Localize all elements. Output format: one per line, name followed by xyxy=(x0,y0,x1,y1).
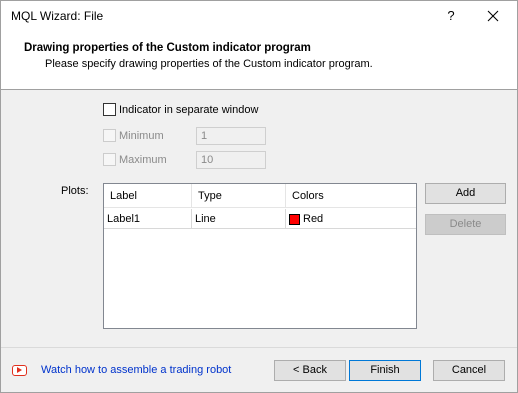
maximum-checkbox[interactable] xyxy=(103,153,116,166)
minimum-option: Minimum xyxy=(103,129,164,142)
column-header-type[interactable]: Type xyxy=(192,184,286,208)
cancel-button[interactable]: Cancel xyxy=(433,360,505,381)
plots-label: Plots: xyxy=(61,185,89,197)
plot-color-name: Red xyxy=(303,213,324,225)
plots-list[interactable]: Label Type Colors Label1 Line Red xyxy=(103,183,417,329)
plot-type-cell[interactable]: Line xyxy=(192,209,286,229)
column-header-label[interactable]: Label xyxy=(104,184,192,208)
plot-color-cell[interactable]: Red xyxy=(286,209,416,229)
plots-list-header: Label Type Colors xyxy=(104,184,416,208)
table-row[interactable]: Label1 Line Red xyxy=(104,209,416,229)
separate-window-checkbox[interactable] xyxy=(103,103,116,116)
close-icon xyxy=(487,10,499,22)
separate-window-label: Indicator in separate window xyxy=(119,103,259,116)
page-subtitle: Please specify drawing properties of the… xyxy=(45,58,373,70)
column-header-colors[interactable]: Colors xyxy=(286,184,416,208)
minimum-checkbox[interactable] xyxy=(103,129,116,142)
close-button[interactable] xyxy=(479,3,507,29)
separate-window-option[interactable]: Indicator in separate window xyxy=(103,103,258,116)
color-swatch xyxy=(289,213,300,225)
minimum-input[interactable]: 1 xyxy=(196,127,266,145)
wizard-header: Drawing properties of the Custom indicat… xyxy=(1,32,517,90)
youtube-play-icon xyxy=(12,364,27,376)
tutorial-link[interactable]: Watch how to assemble a trading robot xyxy=(12,364,231,376)
plot-label-cell[interactable]: Label1 xyxy=(104,209,192,229)
delete-button[interactable]: Delete xyxy=(425,214,506,235)
back-button[interactable]: < Back xyxy=(274,360,346,381)
help-button[interactable]: ? xyxy=(437,3,465,29)
maximum-option: Maximum xyxy=(103,153,167,166)
title-bar[interactable]: MQL Wizard: File ? xyxy=(1,1,517,32)
page-title: Drawing properties of the Custom indicat… xyxy=(24,42,311,54)
wizard-window: MQL Wizard: File ? Drawing properties of… xyxy=(0,0,518,393)
maximum-label: Maximum xyxy=(119,153,167,166)
maximum-input[interactable]: 10 xyxy=(196,151,266,169)
window-title: MQL Wizard: File xyxy=(11,9,104,23)
finish-button[interactable]: Finish xyxy=(349,360,421,381)
add-button[interactable]: Add xyxy=(425,183,506,204)
footer-divider xyxy=(1,347,517,348)
tutorial-link-text[interactable]: Watch how to assemble a trading robot xyxy=(41,364,231,376)
minimum-label: Minimum xyxy=(119,129,164,142)
